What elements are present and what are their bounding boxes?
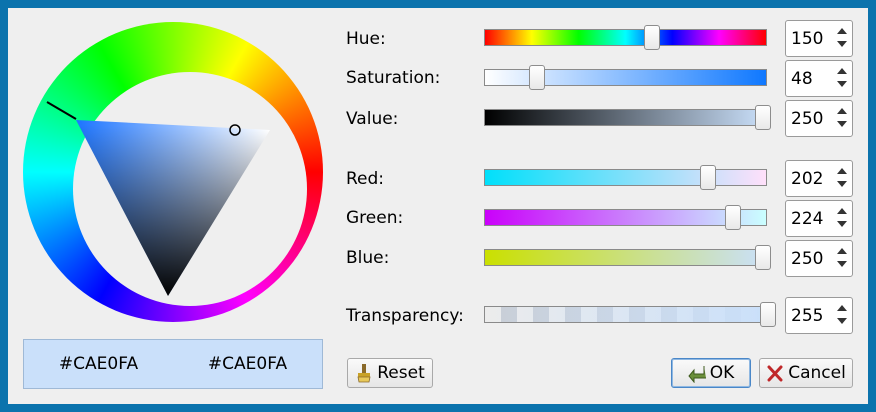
transparency-down-arrow-icon[interactable] xyxy=(837,318,847,324)
green-slider-handle[interactable] xyxy=(725,205,741,230)
ok-button[interactable]: OK xyxy=(671,358,751,388)
red-value[interactable]: 202 xyxy=(791,169,823,189)
hue-label: Hue: xyxy=(346,29,386,49)
hue-spinbox[interactable]: 150 xyxy=(785,20,853,57)
red-label: Red: xyxy=(346,169,385,189)
value-up-arrow-icon[interactable] xyxy=(837,108,847,114)
green-down-arrow-icon[interactable] xyxy=(837,221,847,227)
transparency-gradient xyxy=(485,307,766,322)
sv-triangle-shade xyxy=(76,120,270,296)
transparency-spinbox[interactable]: 255 xyxy=(785,297,853,334)
value-slider-handle[interactable] xyxy=(755,105,771,130)
red-spinbox[interactable]: 202 xyxy=(785,160,853,197)
blue-slider[interactable] xyxy=(484,245,771,270)
hue-slider-handle[interactable] xyxy=(644,25,660,50)
green-spinbox[interactable]: 224 xyxy=(785,200,853,237)
blue-value[interactable]: 250 xyxy=(791,249,823,269)
transparency-slider-handle[interactable] xyxy=(760,302,776,327)
saturation-slider-handle[interactable] xyxy=(529,65,545,90)
blue-label: Blue: xyxy=(346,248,390,268)
saturation-down-arrow-icon[interactable] xyxy=(837,81,847,87)
transparency-up-arrow-icon[interactable] xyxy=(837,305,847,311)
red-slider[interactable] xyxy=(484,165,767,190)
saturation-slider[interactable] xyxy=(484,65,767,90)
hue-value[interactable]: 150 xyxy=(791,29,823,49)
blue-slider-handle[interactable] xyxy=(755,245,771,270)
green-value[interactable]: 224 xyxy=(791,209,823,229)
value-down-arrow-icon[interactable] xyxy=(837,121,847,127)
color-preview: #CAE0FA #CAE0FA xyxy=(23,339,323,389)
green-up-arrow-icon[interactable] xyxy=(837,208,847,214)
x-icon xyxy=(766,363,784,383)
value-slider[interactable] xyxy=(484,105,771,130)
green-label: Green: xyxy=(346,208,404,228)
saturation-value[interactable]: 48 xyxy=(791,69,813,89)
color-picker-dialog: #CAE0FA #CAE0FA Hue: 150 Saturation: 48 … xyxy=(8,8,868,404)
ok-button-label: OK xyxy=(709,363,735,383)
hue-marker[interactable] xyxy=(46,101,77,120)
hue-wheel[interactable] xyxy=(23,22,323,322)
red-up-arrow-icon[interactable] xyxy=(837,168,847,174)
check-arrow-icon xyxy=(688,363,706,384)
blue-down-arrow-icon[interactable] xyxy=(837,261,847,267)
cancel-button-label: Cancel xyxy=(788,363,846,383)
hue-slider[interactable] xyxy=(484,25,767,50)
green-slider[interactable] xyxy=(484,205,767,230)
value-value[interactable]: 250 xyxy=(791,109,823,129)
cancel-button[interactable]: Cancel xyxy=(759,358,853,388)
reset-button-label: Reset xyxy=(377,363,425,383)
current-color-hex: #CAE0FA xyxy=(58,354,139,374)
saturation-label: Saturation: xyxy=(346,68,441,88)
sv-triangle-canvas[interactable] xyxy=(23,22,323,322)
value-spinbox[interactable]: 250 xyxy=(785,100,853,137)
hue-down-arrow-icon[interactable] xyxy=(837,41,847,47)
transparency-value[interactable]: 255 xyxy=(791,306,823,326)
red-down-arrow-icon[interactable] xyxy=(837,181,847,187)
value-label: Value: xyxy=(346,109,399,129)
transparency-slider[interactable] xyxy=(484,302,776,327)
saturation-up-arrow-icon[interactable] xyxy=(837,68,847,74)
transparency-label: Transparency: xyxy=(346,306,464,326)
reset-button[interactable]: Reset xyxy=(347,358,433,388)
red-slider-handle[interactable] xyxy=(700,165,716,190)
brush-icon xyxy=(355,363,373,383)
hue-up-arrow-icon[interactable] xyxy=(837,28,847,34)
blue-spinbox[interactable]: 250 xyxy=(785,240,853,277)
previous-color-hex: #CAE0FA xyxy=(207,354,288,374)
blue-up-arrow-icon[interactable] xyxy=(837,248,847,254)
saturation-spinbox[interactable]: 48 xyxy=(785,60,853,97)
